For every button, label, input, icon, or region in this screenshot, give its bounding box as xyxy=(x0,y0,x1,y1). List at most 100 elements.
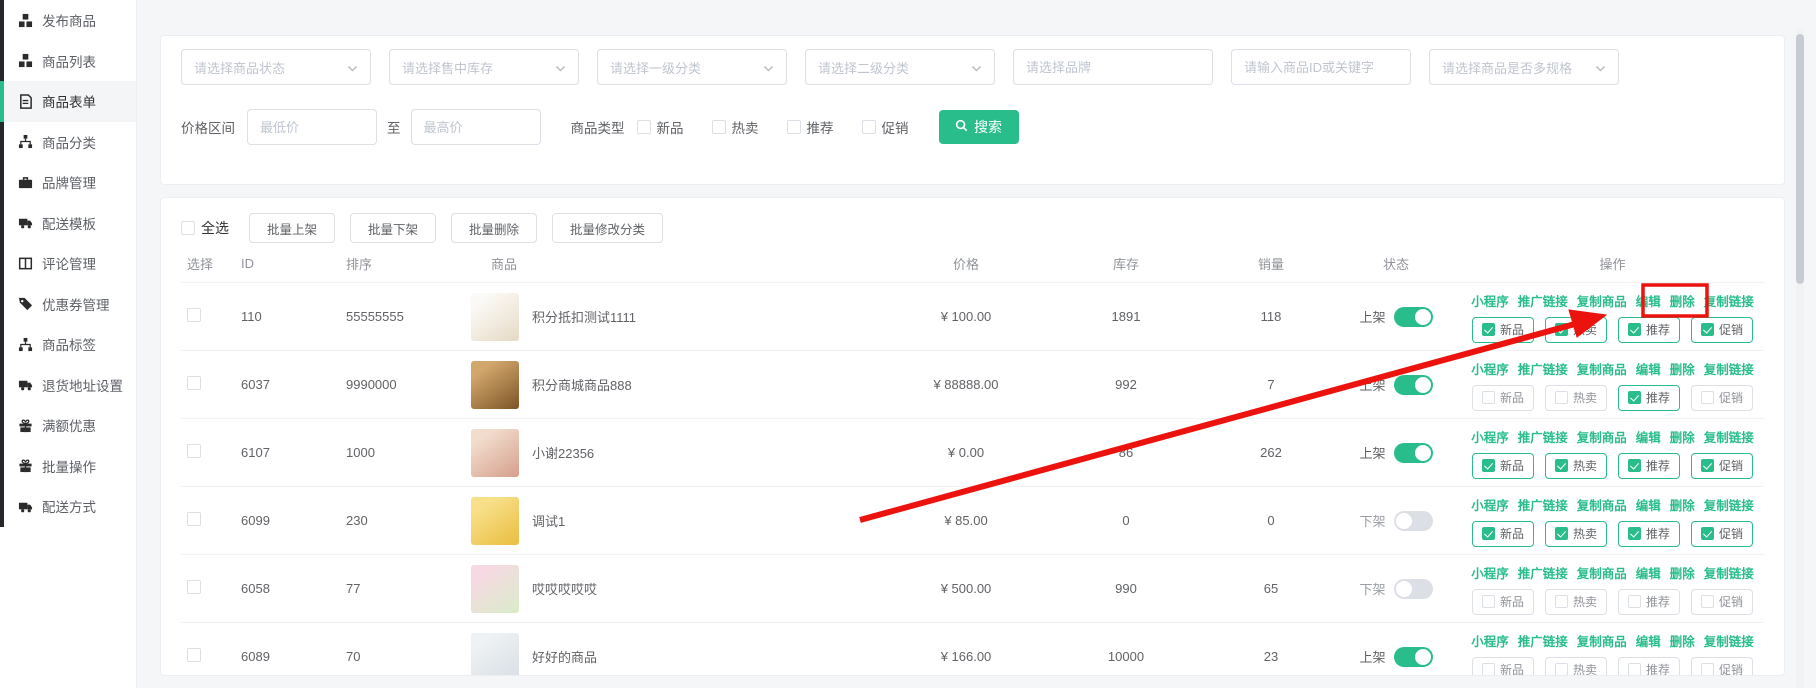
action-link-copy-url[interactable]: 复制链接 xyxy=(1704,359,1754,378)
sidebar-item-3[interactable]: 商品表单 xyxy=(0,81,136,122)
action-link-edit[interactable]: 编辑 xyxy=(1636,563,1661,582)
tag-checkbox-2[interactable]: 热卖 xyxy=(1545,657,1607,677)
action-link-copy-product[interactable]: 复制商品 xyxy=(1577,495,1627,514)
status-toggle[interactable] xyxy=(1394,511,1433,531)
filter-input-6[interactable] xyxy=(1231,49,1411,85)
action-link-copy-product[interactable]: 复制商品 xyxy=(1577,631,1627,650)
sidebar-item-1[interactable]: 发布商品 xyxy=(0,0,136,41)
action-link-miniprogram[interactable]: 小程序 xyxy=(1471,291,1509,310)
sidebar-item-4[interactable]: 商品分类 xyxy=(0,122,136,163)
action-link-edit[interactable]: 编辑 xyxy=(1636,291,1661,310)
action-link-copy-product[interactable]: 复制商品 xyxy=(1577,427,1627,446)
type-checkbox-1[interactable]: 新品 xyxy=(637,117,684,137)
action-link-delete[interactable]: 删除 xyxy=(1670,563,1695,582)
action-link-miniprogram[interactable]: 小程序 xyxy=(1471,495,1509,514)
sidebar-item-13[interactable]: 配送方式 xyxy=(0,486,136,527)
sidebar-item-6[interactable]: 配送模板 xyxy=(0,203,136,244)
max-price-input[interactable] xyxy=(411,109,541,145)
status-toggle[interactable] xyxy=(1394,647,1433,667)
action-link-delete[interactable]: 删除 xyxy=(1670,427,1695,446)
tag-checkbox-4[interactable]: 促销 xyxy=(1691,317,1753,343)
action-link-promo-link[interactable]: 推广链接 xyxy=(1518,631,1568,650)
tag-checkbox-2[interactable]: 热卖 xyxy=(1545,385,1607,411)
tag-checkbox-2[interactable]: 热卖 xyxy=(1545,453,1607,479)
filter-select-2[interactable]: 请选择售中库存 xyxy=(389,49,579,85)
action-link-copy-product[interactable]: 复制商品 xyxy=(1577,563,1627,582)
tag-checkbox-1[interactable]: 新品 xyxy=(1472,657,1534,677)
sidebar-item-8[interactable]: 优惠券管理 xyxy=(0,284,136,325)
tag-checkbox-3[interactable]: 推荐 xyxy=(1618,317,1680,343)
tag-checkbox-4[interactable]: 促销 xyxy=(1691,589,1753,615)
action-link-copy-url[interactable]: 复制链接 xyxy=(1704,563,1754,582)
action-link-edit[interactable]: 编辑 xyxy=(1636,495,1661,514)
action-link-promo-link[interactable]: 推广链接 xyxy=(1518,291,1568,310)
sidebar-item-9[interactable]: 商品标签 xyxy=(0,324,136,365)
tag-checkbox-1[interactable]: 新品 xyxy=(1472,453,1534,479)
type-checkbox-2[interactable]: 热卖 xyxy=(712,117,759,137)
tag-checkbox-1[interactable]: 新品 xyxy=(1472,589,1534,615)
sidebar-item-12[interactable]: 批量操作 xyxy=(0,446,136,487)
filter-select-7[interactable]: 请选择商品是否多规格 xyxy=(1429,49,1619,85)
scrollbar-thumb[interactable] xyxy=(1796,34,1804,284)
tag-checkbox-1[interactable]: 新品 xyxy=(1472,317,1534,343)
action-link-delete[interactable]: 删除 xyxy=(1670,359,1695,378)
tag-checkbox-4[interactable]: 促销 xyxy=(1691,453,1753,479)
action-link-copy-url[interactable]: 复制链接 xyxy=(1704,631,1754,650)
sidebar-item-7[interactable]: 评论管理 xyxy=(0,243,136,284)
batch-button-1[interactable]: 批量上架 xyxy=(249,213,335,243)
tag-checkbox-4[interactable]: 促销 xyxy=(1691,657,1753,677)
filter-input-5[interactable] xyxy=(1013,49,1213,85)
batch-button-3[interactable]: 批量删除 xyxy=(451,213,537,243)
tag-checkbox-3[interactable]: 推荐 xyxy=(1618,521,1680,547)
status-toggle[interactable] xyxy=(1394,443,1433,463)
status-toggle[interactable] xyxy=(1394,579,1433,599)
action-link-copy-product[interactable]: 复制商品 xyxy=(1577,291,1627,310)
action-link-miniprogram[interactable]: 小程序 xyxy=(1471,359,1509,378)
status-toggle[interactable] xyxy=(1394,375,1433,395)
search-button[interactable]: 搜索 xyxy=(939,110,1019,144)
sidebar-item-11[interactable]: 满额优惠 xyxy=(0,405,136,446)
sidebar-item-10[interactable]: 退货地址设置 xyxy=(0,365,136,406)
status-toggle[interactable] xyxy=(1394,307,1433,327)
filter-select-3[interactable]: 请选择一级分类 xyxy=(597,49,787,85)
action-link-copy-url[interactable]: 复制链接 xyxy=(1704,427,1754,446)
tag-checkbox-1[interactable]: 新品 xyxy=(1472,385,1534,411)
filter-select-1[interactable]: 请选择商品状态 xyxy=(181,49,371,85)
vertical-scrollbar[interactable] xyxy=(1796,30,1804,688)
tag-checkbox-2[interactable]: 热卖 xyxy=(1545,521,1607,547)
tag-checkbox-1[interactable]: 新品 xyxy=(1472,521,1534,547)
tag-checkbox-3[interactable]: 推荐 xyxy=(1618,453,1680,479)
action-link-promo-link[interactable]: 推广链接 xyxy=(1518,563,1568,582)
tag-checkbox-3[interactable]: 推荐 xyxy=(1618,589,1680,615)
row-checkbox[interactable] xyxy=(187,580,201,594)
action-link-edit[interactable]: 编辑 xyxy=(1636,427,1661,446)
type-checkbox-3[interactable]: 推荐 xyxy=(787,117,834,137)
min-price-input[interactable] xyxy=(247,109,377,145)
tag-checkbox-2[interactable]: 热卖 xyxy=(1545,589,1607,615)
row-checkbox[interactable] xyxy=(187,376,201,390)
action-link-delete[interactable]: 删除 xyxy=(1670,631,1695,650)
action-link-edit[interactable]: 编辑 xyxy=(1636,359,1661,378)
tag-checkbox-4[interactable]: 促销 xyxy=(1691,385,1753,411)
sidebar-item-5[interactable]: 品牌管理 xyxy=(0,162,136,203)
tag-checkbox-2[interactable]: 热卖 xyxy=(1545,317,1607,343)
filter-select-4[interactable]: 请选择二级分类 xyxy=(805,49,995,85)
type-checkbox-4[interactable]: 促销 xyxy=(862,117,909,137)
action-link-delete[interactable]: 删除 xyxy=(1670,495,1695,514)
action-link-miniprogram[interactable]: 小程序 xyxy=(1471,631,1509,650)
action-link-copy-url[interactable]: 复制链接 xyxy=(1704,495,1754,514)
row-checkbox[interactable] xyxy=(187,512,201,526)
select-all-checkbox[interactable]: 全选 xyxy=(181,218,229,238)
action-link-promo-link[interactable]: 推广链接 xyxy=(1518,495,1568,514)
action-link-miniprogram[interactable]: 小程序 xyxy=(1471,427,1509,446)
batch-button-4[interactable]: 批量修改分类 xyxy=(552,213,663,243)
action-link-edit[interactable]: 编辑 xyxy=(1636,631,1661,650)
action-link-miniprogram[interactable]: 小程序 xyxy=(1471,563,1509,582)
action-link-delete[interactable]: 删除 xyxy=(1670,291,1695,310)
tag-checkbox-3[interactable]: 推荐 xyxy=(1618,657,1680,677)
row-checkbox[interactable] xyxy=(187,308,201,322)
action-link-copy-product[interactable]: 复制商品 xyxy=(1577,359,1627,378)
action-link-copy-url[interactable]: 复制链接 xyxy=(1704,291,1754,310)
action-link-promo-link[interactable]: 推广链接 xyxy=(1518,427,1568,446)
tag-checkbox-4[interactable]: 促销 xyxy=(1691,521,1753,547)
